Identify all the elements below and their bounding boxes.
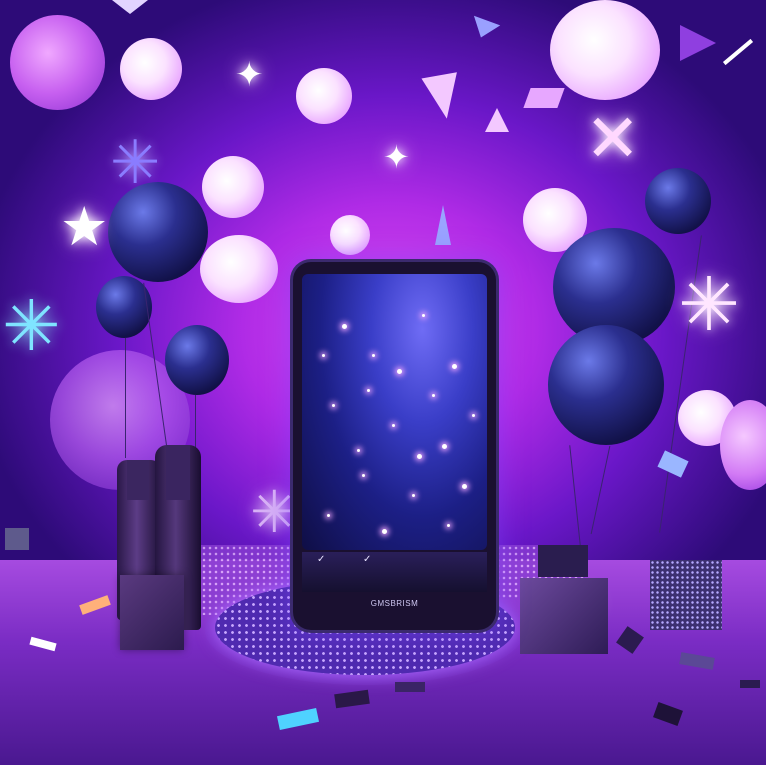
gift-box xyxy=(538,545,588,577)
starburst-icon: ✳ xyxy=(110,129,161,196)
gift-box xyxy=(5,528,29,550)
bottle-neck xyxy=(127,460,149,500)
confetti-piece xyxy=(467,15,501,43)
light-orb xyxy=(330,215,370,255)
confetti-piece xyxy=(395,682,425,692)
light-orb xyxy=(296,68,352,124)
light-orb xyxy=(120,38,182,100)
light-orb xyxy=(202,156,264,218)
smartphone[interactable]: ✓ ✓ GMSBRISM xyxy=(293,262,496,630)
phone-brand-label: GMSBRISM xyxy=(370,599,419,608)
balloon-string xyxy=(569,445,582,555)
star-icon: ✦ xyxy=(235,56,264,94)
sparkle xyxy=(362,474,365,477)
starburst-icon: ✳ xyxy=(678,263,741,346)
gift-box xyxy=(120,575,184,650)
balloon-string xyxy=(125,338,126,458)
sparkle xyxy=(422,314,425,317)
bottle-neck xyxy=(166,445,190,500)
balloon xyxy=(645,168,711,234)
balloon xyxy=(165,325,229,395)
sparkle xyxy=(392,424,395,427)
balloon xyxy=(548,325,664,445)
sparkle xyxy=(327,514,330,517)
sparkle xyxy=(367,389,370,392)
light-orb xyxy=(550,0,660,100)
check-mark-icon: ✓ xyxy=(363,554,372,565)
confetti-piece xyxy=(485,108,509,132)
confetti-piece xyxy=(112,0,148,14)
gift-box xyxy=(650,560,722,630)
star-icon: ✦ xyxy=(383,139,410,175)
sparkle xyxy=(442,444,447,449)
sparkle xyxy=(342,324,347,329)
sparkle xyxy=(432,394,435,397)
balloon-string xyxy=(590,445,611,535)
party-scene: ✦ ✦ ★ ✦ ✳ ✳ ✳ ✳ ✕ ✓ ✓ GMSBRISM xyxy=(0,0,766,765)
sparkle xyxy=(452,364,457,369)
phone-screen xyxy=(302,274,487,550)
sparkle xyxy=(447,524,450,527)
starburst-icon: ✕ xyxy=(585,101,641,175)
sparkle xyxy=(462,484,467,489)
sparkle xyxy=(412,494,415,497)
starburst-icon: ✳ xyxy=(250,480,299,545)
check-mark-icon: ✓ xyxy=(317,554,326,565)
gift-box xyxy=(520,578,608,654)
sparkle xyxy=(322,354,325,357)
confetti-piece xyxy=(680,25,716,61)
sparkle xyxy=(332,404,335,407)
confetti-piece xyxy=(722,38,754,66)
confetti-piece xyxy=(421,72,465,122)
confetti-piece xyxy=(740,680,760,688)
star-icon: ★ xyxy=(60,197,109,257)
starburst-icon: ✳ xyxy=(2,287,61,365)
sparkle xyxy=(417,454,422,459)
sparkle xyxy=(472,414,475,417)
sparkle xyxy=(382,529,387,534)
light-orb xyxy=(200,235,278,303)
confetti-piece xyxy=(657,450,689,478)
light-orb xyxy=(10,15,105,110)
confetti-piece xyxy=(435,205,451,245)
confetti-piece xyxy=(523,88,565,108)
sparkle xyxy=(357,449,360,452)
sparkle xyxy=(372,354,375,357)
phone-bezel xyxy=(302,552,487,592)
sparkle xyxy=(397,369,402,374)
